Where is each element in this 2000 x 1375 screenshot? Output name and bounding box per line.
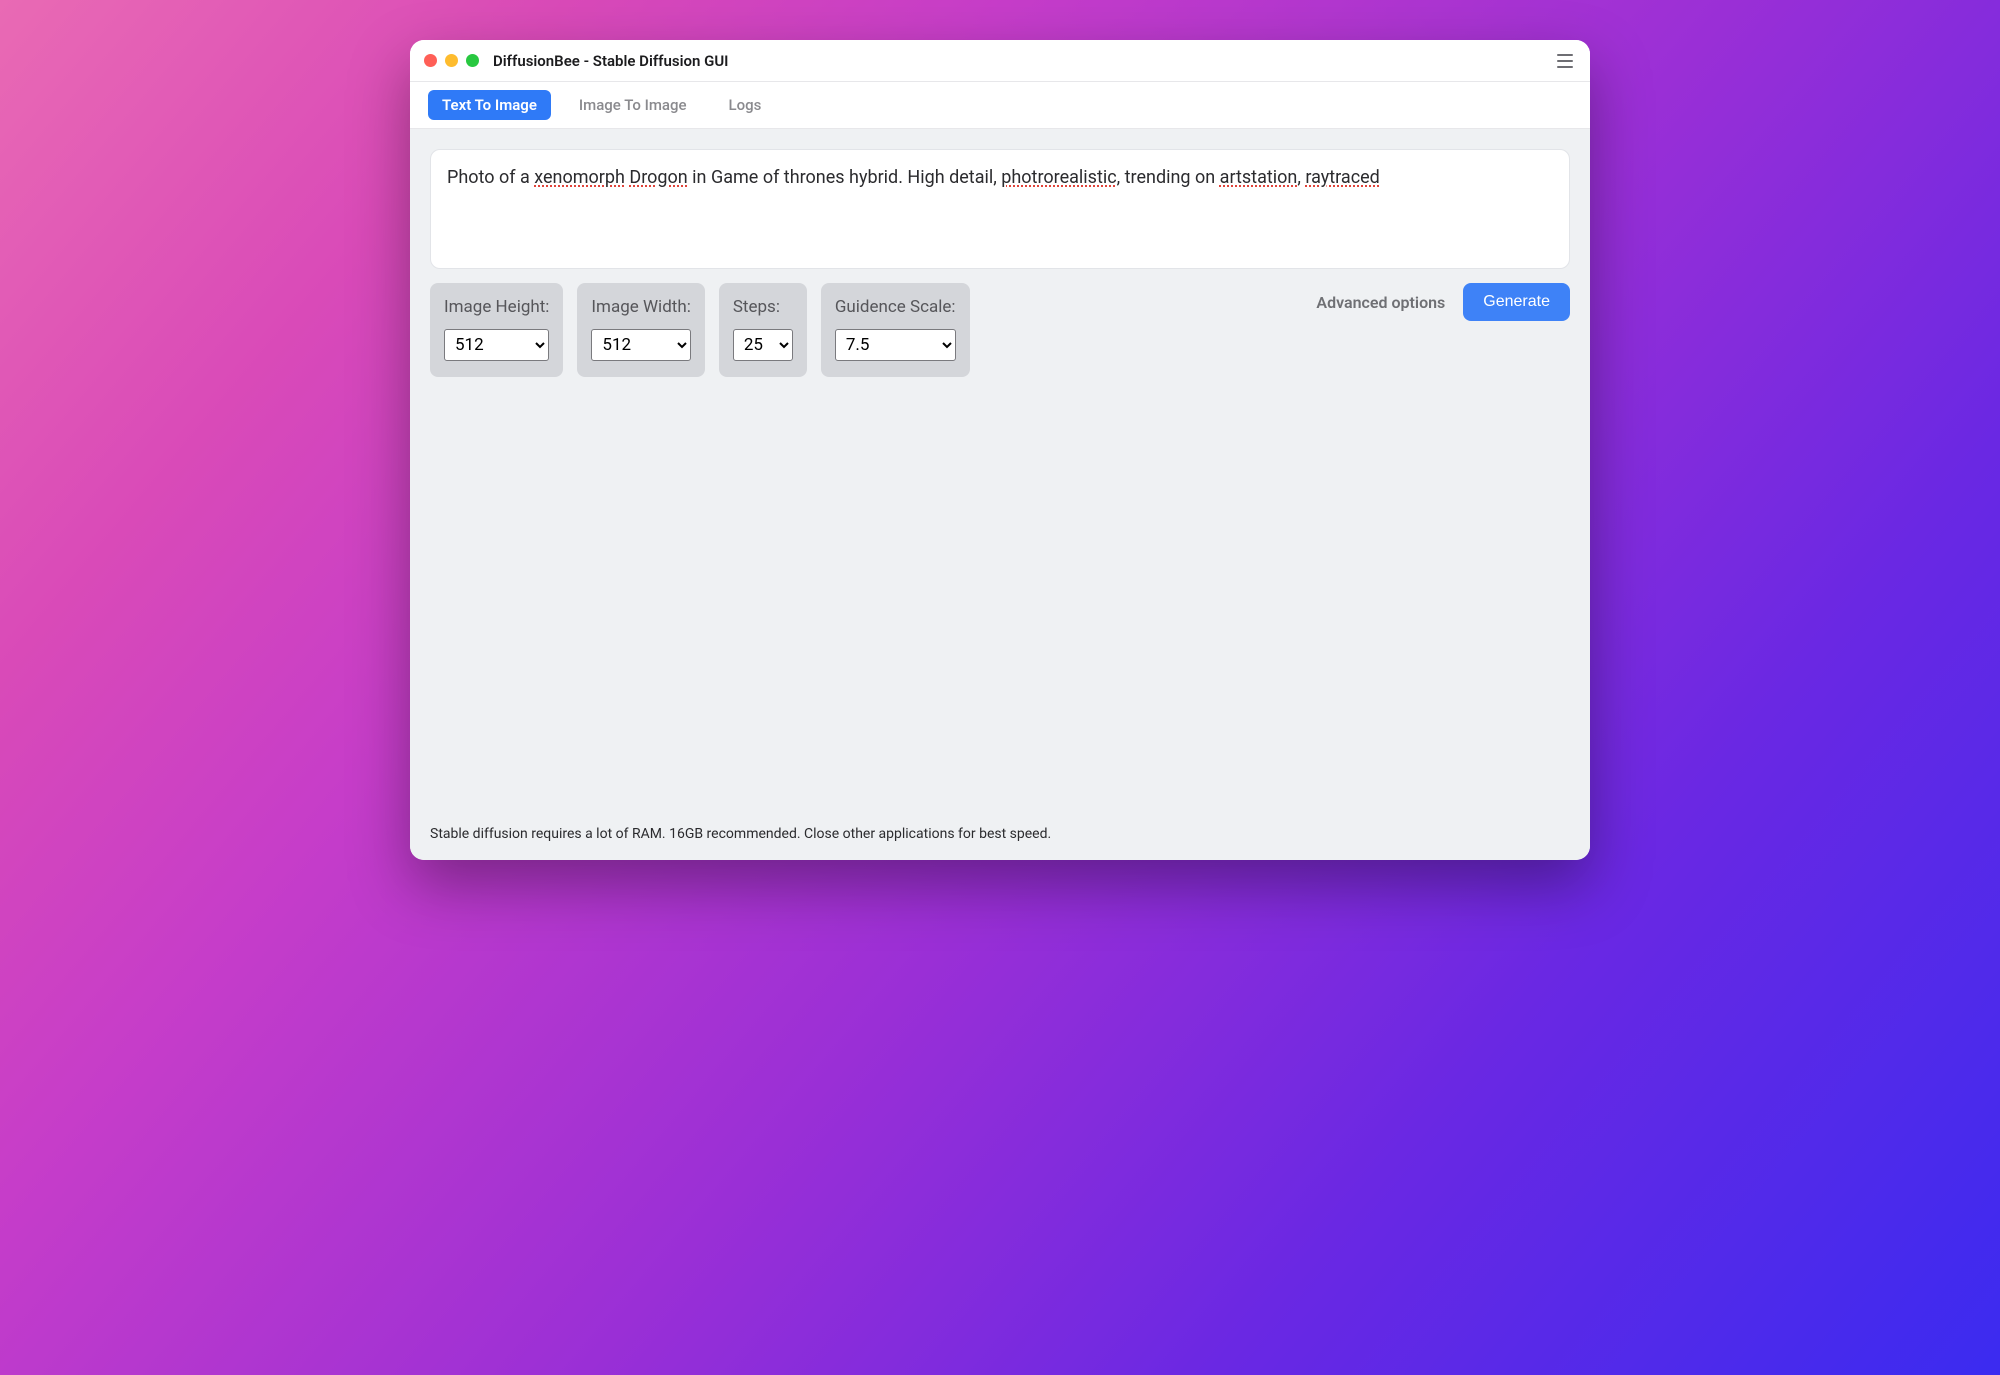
label-image-width: Image Width: bbox=[591, 297, 690, 317]
prompt-input[interactable]: Photo of a xenomorph Drogon in Game of t… bbox=[430, 149, 1570, 269]
minimize-icon[interactable] bbox=[445, 54, 458, 67]
label-guidance: Guidence Scale: bbox=[835, 297, 956, 317]
select-guidance[interactable]: 7.5 bbox=[835, 329, 956, 361]
control-guidance: Guidence Scale: 7.5 bbox=[821, 283, 970, 377]
footer-note: Stable diffusion requires a lot of RAM. … bbox=[410, 814, 1590, 860]
tab-logs[interactable]: Logs bbox=[715, 90, 776, 120]
content-area: Photo of a xenomorph Drogon in Game of t… bbox=[410, 129, 1590, 814]
control-image-width: Image Width: 512 bbox=[577, 283, 704, 377]
select-image-width[interactable]: 512 bbox=[591, 329, 690, 361]
tab-image-to-image[interactable]: Image To Image bbox=[565, 90, 701, 120]
generate-button[interactable]: Generate bbox=[1463, 283, 1570, 321]
close-icon[interactable] bbox=[424, 54, 437, 67]
tab-text-to-image[interactable]: Text To Image bbox=[428, 90, 551, 120]
app-window: DiffusionBee - Stable Diffusion GUI Text… bbox=[410, 40, 1590, 860]
select-steps[interactable]: 25 bbox=[733, 329, 793, 361]
label-steps: Steps: bbox=[733, 297, 793, 317]
control-image-height: Image Height: 512 bbox=[430, 283, 563, 377]
label-image-height: Image Height: bbox=[444, 297, 549, 317]
tabbar: Text To Image Image To Image Logs bbox=[410, 82, 1590, 129]
titlebar: DiffusionBee - Stable Diffusion GUI bbox=[410, 40, 1590, 82]
menu-icon[interactable] bbox=[1554, 50, 1576, 72]
maximize-icon[interactable] bbox=[466, 54, 479, 67]
app-title: DiffusionBee - Stable Diffusion GUI bbox=[493, 52, 728, 70]
advanced-options-link[interactable]: Advanced options bbox=[1316, 293, 1445, 312]
control-steps: Steps: 25 bbox=[719, 283, 807, 377]
window-controls bbox=[424, 54, 479, 67]
select-image-height[interactable]: 512 bbox=[444, 329, 549, 361]
right-actions: Advanced options Generate bbox=[1316, 283, 1570, 321]
controls-row: Image Height: 512 Image Width: 512 Steps… bbox=[430, 283, 1570, 377]
